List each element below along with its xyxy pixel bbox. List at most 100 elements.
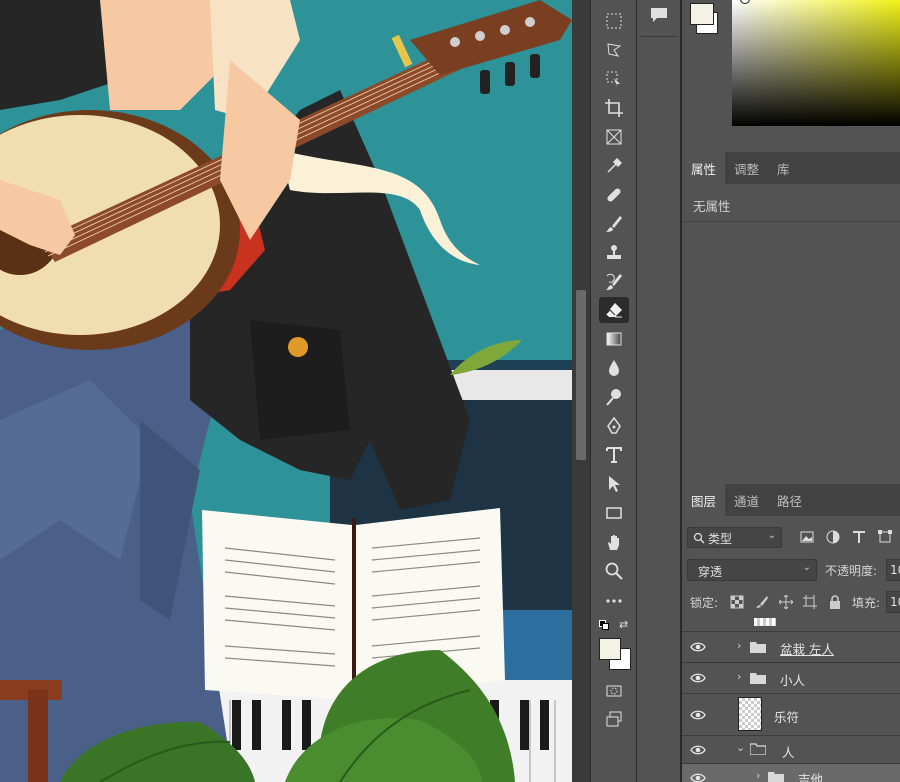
opacity-input[interactable]: 10	[886, 559, 900, 581]
layer-name[interactable]: 吉他	[798, 769, 823, 782]
foreground-color-swatch[interactable]	[599, 638, 621, 660]
visibility-eye-icon[interactable]	[690, 672, 706, 684]
opacity-label: 不透明度:	[825, 564, 878, 578]
visibility-eye-icon[interactable]	[690, 744, 706, 756]
gradient-icon	[606, 332, 622, 346]
stamp-icon	[607, 245, 621, 259]
layer-filter-label: 类型	[708, 532, 733, 546]
rectangle-tool[interactable]	[599, 500, 629, 526]
screen-mode-tool[interactable]	[599, 706, 629, 732]
crop-icon	[605, 99, 623, 117]
scrollbar-thumb[interactable]	[576, 290, 586, 460]
tools-panel: ⇄	[590, 0, 637, 782]
expand-chevron-icon[interactable]: ›	[756, 769, 760, 782]
partial-layer-row	[682, 616, 900, 632]
healing-brush-tool[interactable]	[599, 182, 629, 208]
layer-name[interactable]: 小人	[780, 670, 805, 689]
document-canvas[interactable]	[0, 0, 572, 782]
layer-row-group-4[interactable]: › 吉他	[682, 764, 900, 782]
layer-row-pixel[interactable]: 乐符	[682, 694, 900, 736]
lock-label: 锁定:	[690, 596, 719, 610]
ellipsis-icon	[606, 599, 622, 603]
drop-icon	[609, 360, 619, 376]
filter-type-layer-icon[interactable]	[852, 530, 866, 544]
quick-mask-tool[interactable]	[599, 678, 629, 704]
layer-filter-select[interactable]: 类型 ⌄	[687, 527, 782, 548]
opacity-value: 10	[890, 563, 900, 577]
comments-panel-button[interactable]	[649, 6, 669, 24]
pen-tool[interactable]	[599, 413, 629, 439]
tab-libraries[interactable]: 库	[768, 152, 799, 184]
path-select-tool[interactable]	[599, 471, 629, 497]
filter-shape-layer-icon[interactable]	[878, 530, 892, 544]
tab-adjustments[interactable]: 调整	[725, 152, 768, 184]
layer-row-group-2[interactable]: › 小人	[682, 663, 900, 694]
dodge-tool[interactable]	[599, 384, 629, 410]
hand-icon	[608, 535, 619, 550]
filter-adjustment-layer-icon[interactable]	[826, 530, 840, 544]
bandage-icon	[607, 188, 621, 202]
object-select-tool[interactable]	[599, 66, 629, 92]
tab-channels[interactable]: 通道	[725, 484, 768, 516]
color-panel-foreground-swatch[interactable]	[690, 3, 714, 25]
folder-open-icon	[750, 743, 766, 755]
search-icon	[693, 532, 705, 544]
layers-tab-bar: 图层 通道 路径	[682, 484, 900, 516]
brush-tool[interactable]	[599, 211, 629, 237]
crop-tool[interactable]	[599, 95, 629, 121]
visibility-eye-icon[interactable]	[690, 772, 706, 782]
eyedropper-tool[interactable]	[599, 153, 629, 179]
layer-name[interactable]: 人	[782, 742, 795, 761]
fill-value: 10	[890, 595, 900, 609]
type-tool[interactable]	[599, 442, 629, 468]
lock-artboard-icon[interactable]	[803, 595, 817, 609]
lock-position-icon[interactable]	[779, 595, 793, 609]
lasso-tool[interactable]	[599, 37, 629, 63]
layer-name[interactable]: 盆栽 左人	[780, 639, 834, 658]
blend-mode-value: 穿透	[698, 565, 723, 579]
type-icon	[606, 447, 622, 463]
marquee-icon	[606, 13, 622, 29]
frame-tool[interactable]	[599, 124, 629, 150]
pen-icon	[607, 416, 621, 434]
tab-paths[interactable]: 路径	[768, 484, 811, 516]
expand-chevron-icon[interactable]: ›	[737, 639, 741, 652]
layer-row-group-1[interactable]: › 盆栽 左人	[682, 632, 900, 663]
polygon-lasso-icon	[607, 43, 622, 57]
gradient-tool[interactable]	[599, 326, 629, 352]
chevron-down-icon: ⌄	[802, 562, 811, 573]
blend-mode-select[interactable]: 穿透 ⌄	[687, 559, 817, 581]
right-panels: 属性 调整 库 无属性 图层 通道 路径 类型 ⌄ 穿透 ⌄ 不透明度: 10 …	[682, 0, 900, 782]
more-tools[interactable]	[599, 588, 629, 614]
history-brush-tool[interactable]	[599, 269, 629, 295]
layer-thumbnail	[738, 697, 762, 731]
filter-pixel-layer-icon[interactable]	[800, 531, 814, 543]
expand-chevron-icon[interactable]: ›	[737, 670, 741, 683]
layer-thumbnail	[754, 618, 776, 626]
visibility-eye-icon[interactable]	[690, 641, 706, 653]
tab-properties[interactable]: 属性	[682, 152, 726, 184]
color-field[interactable]	[732, 0, 900, 126]
marquee-tool[interactable]	[599, 8, 629, 34]
lock-all-icon[interactable]	[829, 595, 841, 609]
clone-stamp-tool[interactable]	[599, 240, 629, 266]
fill-input[interactable]: 10	[886, 591, 900, 613]
zoom-tool[interactable]	[599, 558, 629, 584]
screen-mode-icon	[606, 711, 622, 727]
brush-icon	[606, 216, 622, 232]
lock-transparent-pixels-icon[interactable]	[730, 595, 744, 609]
hand-tool[interactable]	[599, 529, 629, 555]
artwork-illustration	[0, 0, 572, 782]
frame-icon	[606, 129, 622, 145]
layer-row-group-3[interactable]: ⌄ 人	[682, 736, 900, 764]
layer-name[interactable]: 乐符	[774, 707, 799, 726]
blur-tool[interactable]	[599, 355, 629, 381]
swap-colors-icon[interactable]: ⇄	[619, 618, 628, 631]
lock-image-pixels-icon[interactable]	[755, 595, 769, 609]
visibility-eye-icon[interactable]	[690, 709, 706, 721]
collapse-chevron-icon[interactable]: ⌄	[736, 741, 745, 754]
default-colors-icon[interactable]	[599, 620, 609, 630]
arrow-cursor-icon	[609, 476, 620, 492]
tab-layers[interactable]: 图层	[682, 484, 726, 516]
eraser-tool[interactable]	[599, 297, 629, 323]
